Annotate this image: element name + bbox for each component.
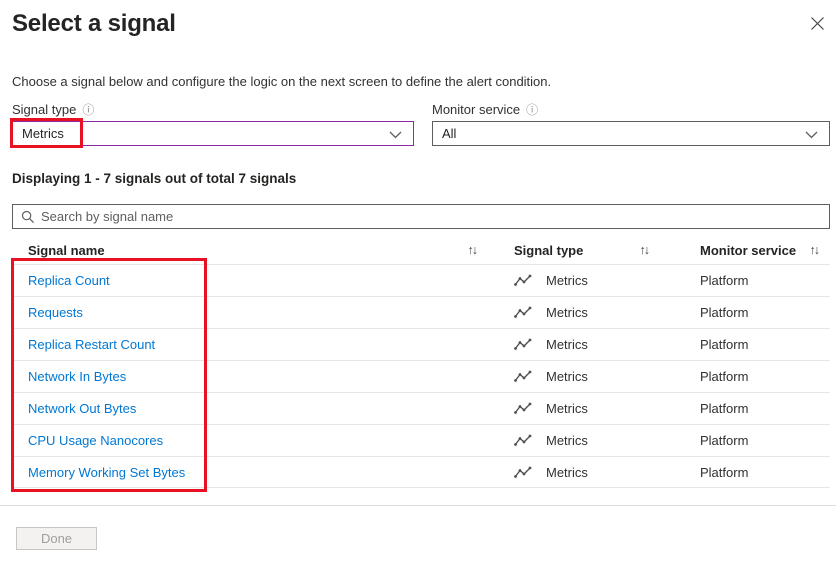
monitor-service-cell: Platform bbox=[700, 273, 749, 288]
monitor-service-value: All bbox=[442, 126, 457, 141]
signal-name-link[interactable]: Replica Restart Count bbox=[28, 337, 155, 352]
table-row: Replica Count Metrics Platform bbox=[12, 264, 830, 296]
monitor-service-cell: Platform bbox=[700, 464, 749, 480]
metrics-chart-icon bbox=[514, 306, 532, 319]
table-body: Replica Count Metrics Platform Requests bbox=[12, 264, 830, 488]
table-header-row: Signal name ↑↓ Signal type ↑↓ Monitor se… bbox=[12, 236, 830, 264]
signal-name-link[interactable]: Network In Bytes bbox=[28, 369, 126, 384]
monitor-service-label: Monitor service ⓘ bbox=[432, 102, 539, 117]
monitor-service-cell: Platform bbox=[700, 433, 749, 448]
signal-type-value: Metrics bbox=[22, 126, 64, 141]
table-row: CPU Usage Nanocores Metrics Platform bbox=[12, 424, 830, 456]
signal-type-cell: Metrics bbox=[546, 337, 588, 352]
signal-name-link[interactable]: Replica Count bbox=[28, 273, 110, 288]
signal-name-link[interactable]: Network Out Bytes bbox=[28, 401, 136, 416]
column-header-signal-name: Signal name bbox=[28, 242, 105, 258]
signal-type-dropdown[interactable]: Metrics bbox=[12, 121, 414, 146]
sort-icon[interactable]: ↑↓ bbox=[810, 243, 821, 257]
info-icon[interactable]: ⓘ bbox=[526, 104, 538, 116]
info-icon[interactable]: ⓘ bbox=[82, 104, 94, 116]
metrics-chart-icon bbox=[514, 402, 532, 415]
signal-type-cell: Metrics bbox=[546, 369, 588, 384]
metrics-chart-icon bbox=[514, 466, 532, 479]
chevron-down-icon bbox=[805, 131, 818, 139]
monitor-service-cell: Platform bbox=[700, 369, 749, 384]
table-row: Memory Working Set Bytes Metrics Platfor… bbox=[12, 456, 830, 488]
table-row: Network In Bytes Metrics Platform bbox=[12, 360, 830, 392]
close-button[interactable] bbox=[804, 10, 830, 36]
search-icon bbox=[21, 210, 35, 224]
metrics-chart-icon bbox=[514, 274, 532, 287]
table-row: Network Out Bytes Metrics Platform bbox=[12, 392, 830, 424]
search-box[interactable] bbox=[12, 204, 830, 229]
sort-icon[interactable]: ↑↓ bbox=[468, 243, 479, 257]
signal-type-cell: Metrics bbox=[546, 273, 588, 288]
signal-name-link[interactable]: Requests bbox=[28, 305, 83, 320]
signal-type-label: Signal type ⓘ bbox=[12, 102, 95, 117]
metrics-chart-icon bbox=[514, 370, 532, 383]
done-button[interactable]: Done bbox=[16, 527, 97, 550]
signal-type-cell: Metrics bbox=[546, 464, 588, 480]
monitor-service-cell: Platform bbox=[700, 337, 749, 352]
select-signal-dialog: Select a signal Choose a signal below an… bbox=[0, 0, 836, 564]
monitor-service-cell: Platform bbox=[700, 305, 749, 320]
signal-type-cell: Metrics bbox=[546, 401, 588, 416]
column-header-monitor-service: Monitor service bbox=[700, 242, 797, 258]
signal-name-link[interactable]: CPU Usage Nanocores bbox=[28, 433, 163, 448]
signal-name-link[interactable]: Memory Working Set Bytes bbox=[28, 465, 185, 480]
page-title: Select a signal bbox=[12, 10, 176, 37]
signal-type-cell: Metrics bbox=[546, 305, 588, 320]
close-icon bbox=[810, 16, 825, 31]
search-input[interactable] bbox=[41, 209, 821, 224]
metrics-chart-icon bbox=[514, 338, 532, 351]
column-header-signal-type: Signal type bbox=[514, 242, 584, 258]
chevron-down-icon bbox=[389, 131, 402, 139]
signal-type-cell: Metrics bbox=[546, 433, 588, 448]
monitor-service-dropdown[interactable]: All bbox=[432, 121, 830, 146]
sort-icon[interactable]: ↑↓ bbox=[640, 243, 651, 257]
monitor-service-cell: Platform bbox=[700, 401, 749, 416]
metrics-chart-icon bbox=[514, 434, 532, 447]
footer-divider bbox=[0, 505, 836, 506]
table-row: Requests Metrics Platform bbox=[12, 296, 830, 328]
signals-table: Signal name ↑↓ Signal type ↑↓ Monitor se… bbox=[12, 236, 830, 488]
table-row: Replica Restart Count Metrics Platform bbox=[12, 328, 830, 360]
dialog-description: Choose a signal below and configure the … bbox=[12, 74, 552, 89]
results-summary: Displaying 1 - 7 signals out of total 7 … bbox=[12, 171, 297, 186]
